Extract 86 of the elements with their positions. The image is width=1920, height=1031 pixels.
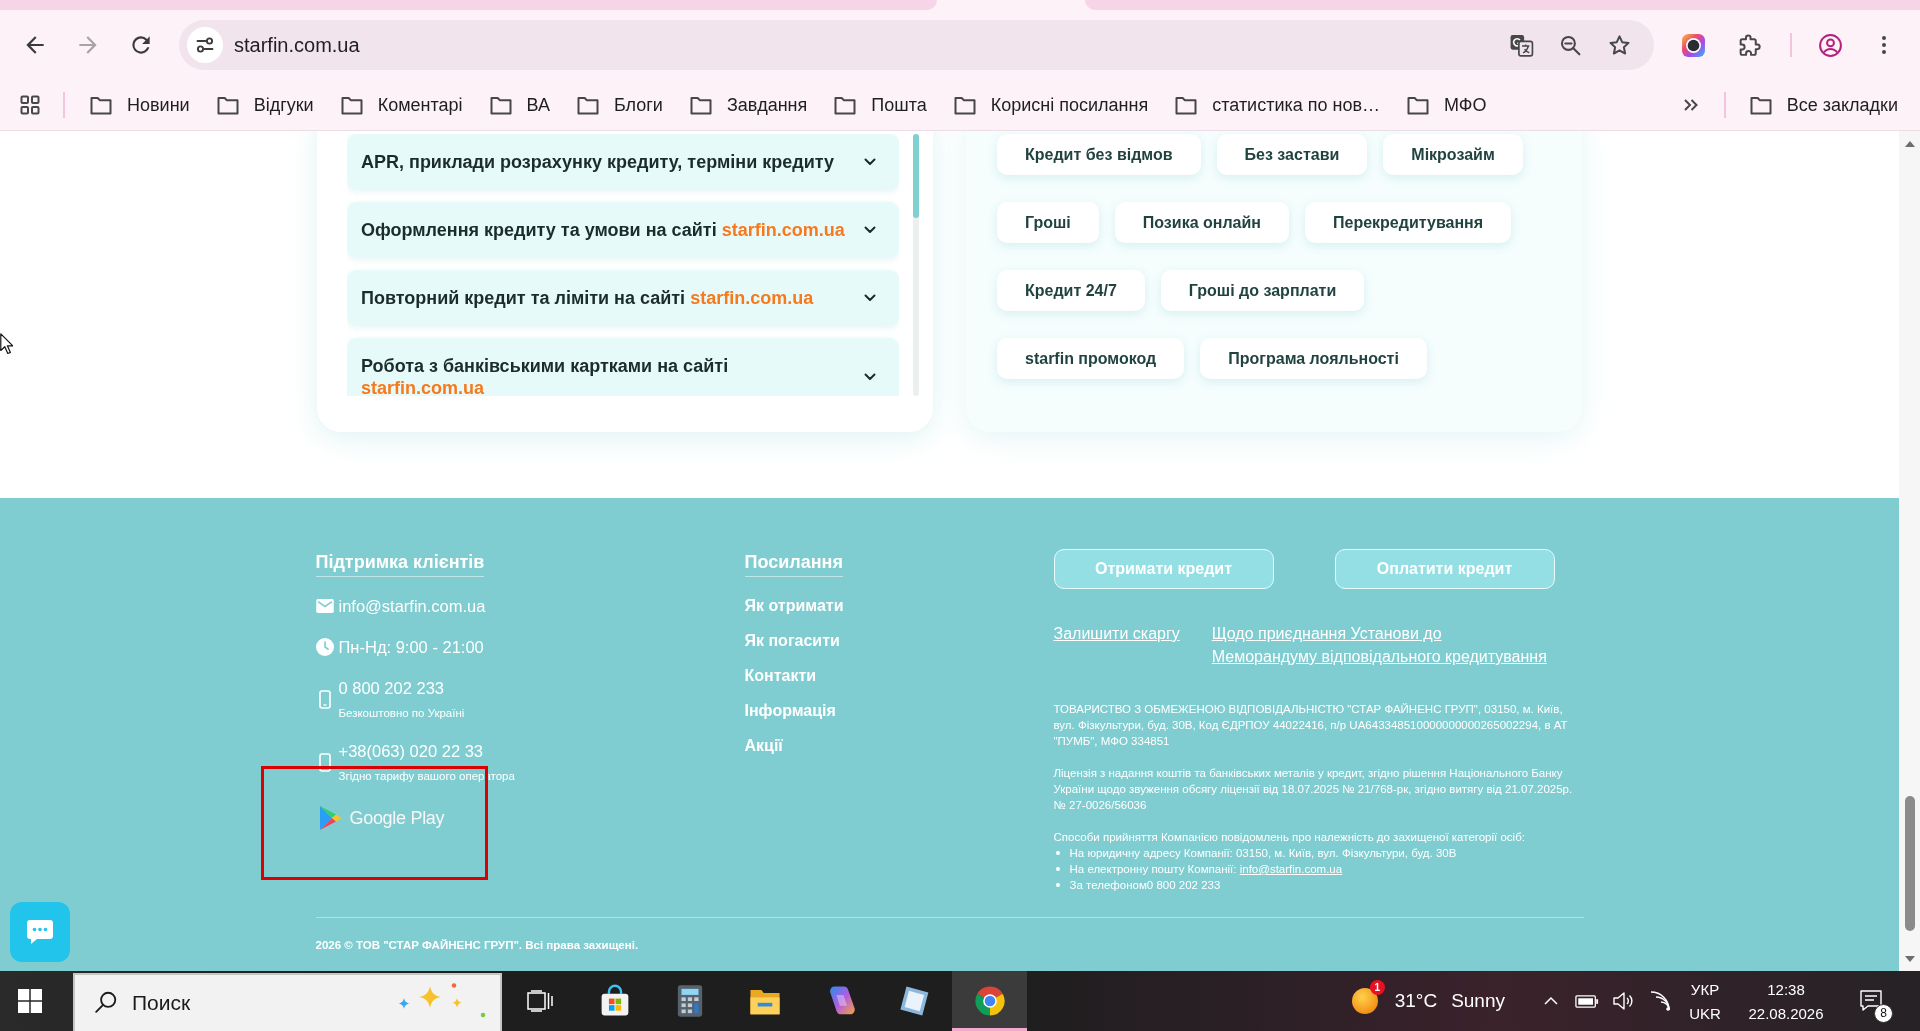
tune-icon bbox=[195, 35, 215, 55]
clock-time[interactable]: 12:38 bbox=[1767, 979, 1805, 999]
folder-icon bbox=[688, 94, 713, 116]
faq-question[interactable]: APR, приклади розрахунку кредиту, терміни кредиту bbox=[347, 134, 899, 190]
copyright-text: 2026 © ТОВ "СТАР ФАЙНЕНС ГРУП". Всі права захищені. bbox=[315, 938, 640, 953]
folder-icon bbox=[215, 94, 240, 116]
language-indicator[interactable]: УКР bbox=[1690, 979, 1720, 999]
bookmark-folder[interactable]: Новини bbox=[89, 94, 190, 116]
taskbar-app-button[interactable] bbox=[952, 971, 1027, 1031]
search-field[interactable]: Поиск bbox=[73, 973, 502, 1031]
notice-intro: Способи прийняття Компанією повідомлень про належність до захищеної категорії осіб: bbox=[1053, 830, 1526, 845]
profile-icon[interactable] bbox=[1818, 32, 1843, 58]
faq-question[interactable]: Робота з банківськими картками на сайті starfin.com.ua bbox=[347, 338, 899, 396]
legal-text: Ліцензія з надання коштів та банківських металів у кредит, згідно рішення Національного Банку України щодо звуження обсягу ліцензії від 18.07.2025 № 21/768-рк, згідно витягу від 21.07.2025р. № 27-0026/56036 bbox=[1053, 766, 1574, 813]
phone-icon bbox=[318, 752, 331, 772]
working-hours-text: Пн-Нд: 9:00 - 21:00 bbox=[338, 637, 484, 658]
folder-icon bbox=[1174, 94, 1199, 116]
keyboard-layout-text[interactable]: UKR bbox=[1689, 1003, 1721, 1023]
tag-link[interactable]: Мікрозайм bbox=[1383, 134, 1523, 175]
tag-link[interactable]: Кредит без відмов bbox=[997, 134, 1201, 175]
footer-heading: Посилання bbox=[744, 551, 843, 577]
bookmark-folder[interactable]: Корисні посилання bbox=[952, 94, 1149, 116]
tag-link[interactable]: Позика онлайн bbox=[1114, 202, 1289, 243]
tag-link[interactable]: Гроші до зарплати bbox=[1160, 270, 1365, 311]
folder-icon bbox=[833, 94, 858, 116]
bookmark-folder[interactable]: Пошта bbox=[833, 94, 927, 116]
tag-link[interactable]: Перекредитування bbox=[1305, 202, 1512, 243]
scroll-down-arrow-icon[interactable] bbox=[1904, 956, 1915, 962]
battery-icon[interactable] bbox=[1575, 994, 1599, 1008]
tag-link[interactable]: starfin промокод bbox=[997, 338, 1185, 379]
bullet-icon bbox=[1055, 867, 1060, 871]
color-ring-icon[interactable] bbox=[1681, 32, 1706, 58]
weather-badge: 1 bbox=[1369, 980, 1385, 995]
temperature-text[interactable]: 31°C bbox=[1394, 990, 1438, 1012]
notice-item: За телефоном0 800 202 233 bbox=[1069, 878, 1221, 893]
window-panes-icon[interactable] bbox=[18, 989, 42, 1013]
play-triangle-icon bbox=[318, 805, 343, 831]
bookmark-folder[interactable]: Завдання bbox=[688, 94, 808, 116]
folder-icon bbox=[1406, 94, 1431, 116]
address-bar[interactable]: starfin.com.ua bbox=[179, 20, 1654, 70]
site-settings-button[interactable] bbox=[187, 27, 223, 63]
search-icon bbox=[94, 990, 118, 1014]
legal-text: ТОВАРИСТВО З ОБМЕЖЕНОЮ ВІДПОВІДАЛЬНІСТЮ "СТАР ФАЙНЕНС ГРУП", 03150, м. Київ, вул. Фізкультури, буд. 30В, Код ЄДРПОУ 44022416, п/р UA643348510000000000265002294, в АТ "ПУМБ", МФО 334851 bbox=[1053, 702, 1569, 749]
footer-heading: Підтримка клієнтів bbox=[315, 551, 485, 577]
task-view-icon[interactable] bbox=[526, 990, 553, 1012]
folder-icon bbox=[339, 94, 364, 116]
bookmark-folder[interactable]: МФО bbox=[1406, 94, 1487, 116]
notification-badge: 8 bbox=[1874, 1004, 1893, 1023]
scrollbar-thumb[interactable] bbox=[1904, 796, 1915, 931]
bookmark-folder[interactable]: Коментарі bbox=[339, 94, 463, 116]
notice-item: На юридичну адресу Компанії: 03150, м. Київ, вул. Фізкультури, буд. 30В bbox=[1069, 846, 1457, 861]
tricolor-circle-icon bbox=[972, 984, 1007, 1018]
puzzle-icon[interactable] bbox=[1737, 32, 1762, 58]
bookmark-folder[interactable]: Відгуки bbox=[215, 94, 314, 116]
scroll-up-arrow-icon[interactable] bbox=[1904, 141, 1915, 147]
apps-grid-icon[interactable] bbox=[20, 95, 40, 115]
notice-item: На електронну пошту Компанії: info@starfin.com.ua bbox=[1069, 862, 1343, 877]
scrollbar-thumb[interactable] bbox=[913, 134, 919, 218]
translate-icon[interactable] bbox=[1509, 32, 1534, 58]
phone-icon bbox=[318, 689, 331, 709]
folder-icon bbox=[488, 94, 513, 116]
wifi-icon[interactable] bbox=[1649, 991, 1671, 1011]
faq-question[interactable]: Повторний кредит та ліміти на сайті starfin.com.ua bbox=[347, 270, 899, 326]
bookmark-folder[interactable]: Блоги bbox=[575, 94, 663, 116]
faq-question[interactable]: Оформлення кредиту та умови на сайті starfin.com.ua bbox=[347, 202, 899, 258]
envelope-icon bbox=[315, 599, 334, 613]
speaker-icon[interactable] bbox=[1612, 991, 1634, 1011]
tag-link[interactable]: Без застави bbox=[1216, 134, 1368, 175]
folder-icon bbox=[952, 94, 977, 116]
folder-icon bbox=[1748, 94, 1773, 116]
tag-link[interactable]: Кредит 24/7 bbox=[997, 270, 1145, 311]
clock-date[interactable]: 22.08.2026 bbox=[1748, 1003, 1824, 1023]
folder-icon bbox=[89, 94, 113, 116]
phone-note: Безкоштовно по Україні bbox=[338, 706, 465, 721]
tag-link[interactable]: Програма лояльності bbox=[1200, 338, 1427, 379]
bullet-icon bbox=[1055, 851, 1060, 855]
folder-icon bbox=[575, 94, 600, 116]
chat-bubble-icon bbox=[26, 919, 54, 945]
weather-condition-text[interactable]: Sunny bbox=[1451, 990, 1505, 1012]
clock-icon bbox=[315, 638, 334, 656]
bookmark-folder[interactable]: статистика по нов… bbox=[1174, 94, 1381, 116]
bookmark-folder[interactable]: Все закладки bbox=[1748, 94, 1898, 116]
bookmark-folder[interactable]: ВА bbox=[488, 94, 550, 116]
url-text: starfin.com.ua bbox=[234, 33, 361, 57]
bullet-icon bbox=[1055, 883, 1060, 887]
tag-link[interactable]: Гроші bbox=[997, 202, 1099, 243]
